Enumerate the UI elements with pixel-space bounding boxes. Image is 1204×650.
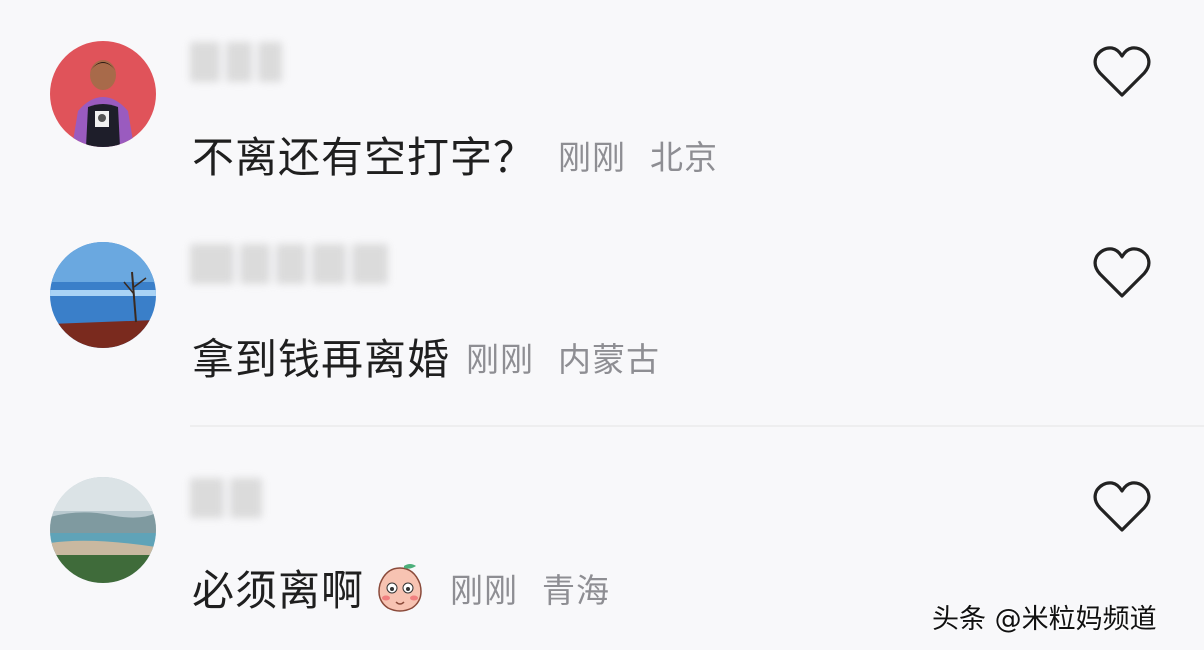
heart-outline-icon[interactable] [1092,480,1152,534]
comment-text: 必须离啊 [192,566,365,615]
comment-time: 刚刚 [466,339,535,379]
comment-time: 刚刚 [558,137,627,177]
comment-time: 刚刚 [450,570,519,610]
comment-text-line: 拿到钱再离婚 刚刚 内蒙古 [192,326,660,387]
comment-text: 不离还有空打字？ [192,133,537,182]
avatar[interactable] [50,41,156,147]
peach-blush-emoji [378,563,422,612]
comment-location: 北京 [650,137,719,177]
divider [190,425,1204,427]
heart-outline-icon[interactable] [1092,246,1152,300]
heart-outline-icon[interactable] [1092,45,1152,99]
username-blurred[interactable] [190,42,288,86]
avatar[interactable] [50,477,156,583]
comment-text-line: 必须离啊 刚刚 青海 [192,557,610,618]
comment-location: 青海 [542,570,611,610]
comment-location: 内蒙古 [558,339,661,379]
username-blurred[interactable] [190,478,268,522]
username-blurred[interactable] [190,244,394,288]
watermark: 头条 @米粒妈频道 [932,604,1157,635]
comment-text: 拿到钱再离婚 [192,335,451,384]
avatar[interactable] [50,242,156,348]
comment-text-line: 不离还有空打字？ 刚刚 北京 [192,124,718,185]
